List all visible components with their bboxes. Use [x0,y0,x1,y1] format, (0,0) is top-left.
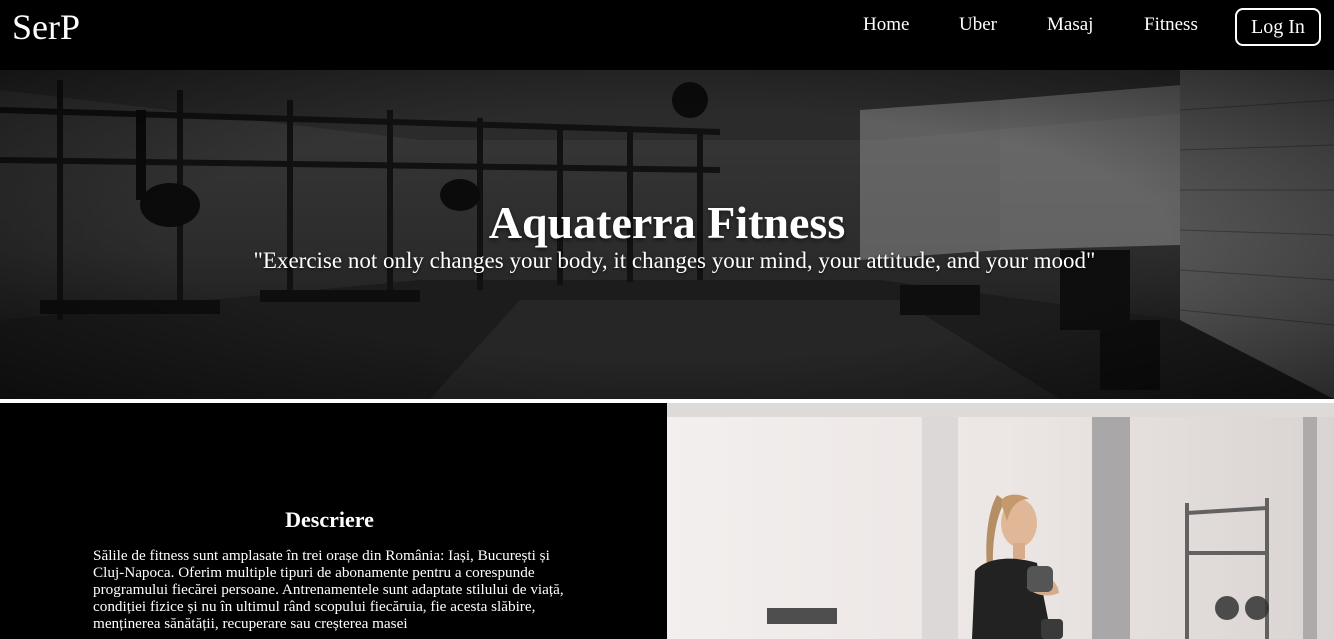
navbar: SerP Home Uber Masaj Fitness Log In [0,0,1334,70]
brand-logo[interactable]: SerP [12,6,80,48]
description-panel: Descriere Sălile de fitness sunt amplasa… [0,403,667,639]
nav-link-uber[interactable]: Uber [959,14,997,36]
description-text: Sălile de fitness sunt amplasate în trei… [93,547,564,632]
nav-link-fitness[interactable]: Fitness [1144,14,1198,36]
woman-lifting-dumbbell-image [667,403,1334,639]
login-button[interactable]: Log In [1235,8,1321,46]
fitness-woman-photo [667,403,1334,639]
hero-banner: Aquaterra Fitness "Exercise not only cha… [0,70,1334,399]
hero-title: Aquaterra Fitness [488,197,846,248]
nav-link-home[interactable]: Home [863,14,909,36]
hero-quote: "Exercise not only changes your body, it… [253,248,1096,273]
nav-link-masaj[interactable]: Masaj [1047,14,1093,36]
description-title: Descriere [285,507,374,532]
